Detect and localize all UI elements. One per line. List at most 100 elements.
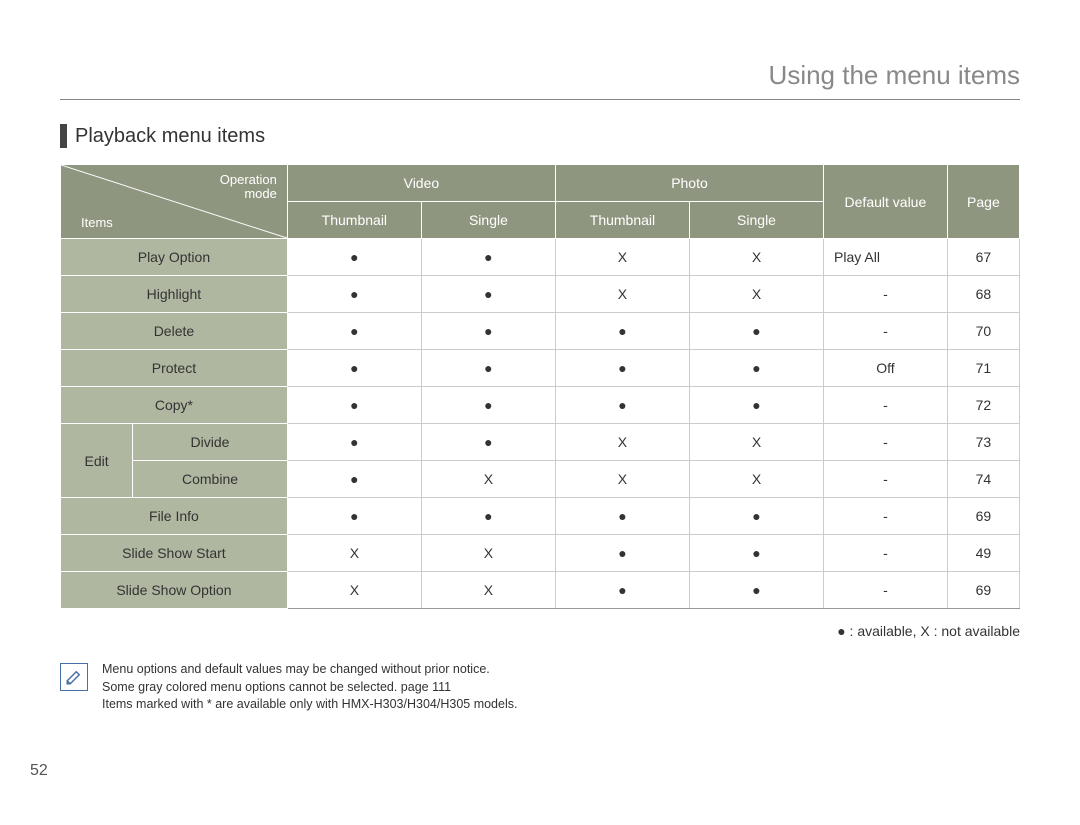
cell: ● <box>689 498 823 535</box>
cell: X <box>555 239 689 276</box>
cell: Off <box>824 350 948 387</box>
cell: - <box>824 535 948 572</box>
row-sub-label: Divide <box>133 424 288 461</box>
playback-menu-table: Operation mode Items Video Photo Default… <box>60 164 1020 609</box>
section-heading-bar <box>60 124 67 148</box>
cell: 74 <box>947 461 1019 498</box>
cell: 69 <box>947 572 1019 609</box>
cell: 67 <box>947 239 1019 276</box>
cell: ● <box>555 350 689 387</box>
diag-top-label: Operation mode <box>220 173 277 202</box>
col-video-thumb: Thumbnail <box>287 202 421 239</box>
cell: ● <box>287 387 421 424</box>
cell: ● <box>689 535 823 572</box>
row-label: Highlight <box>61 276 288 313</box>
col-default: Default value <box>824 165 948 239</box>
cell: ● <box>421 424 555 461</box>
page-number: 52 <box>30 762 48 780</box>
note-line: Some gray colored menu options cannot be… <box>102 679 517 697</box>
cell: X <box>555 424 689 461</box>
cell: ● <box>421 350 555 387</box>
cell: X <box>689 239 823 276</box>
cell: ● <box>287 350 421 387</box>
cell: ● <box>555 535 689 572</box>
cell: X <box>555 276 689 313</box>
table-row: Protect ● ● ● ● Off 71 <box>61 350 1020 387</box>
cell: X <box>689 461 823 498</box>
table-row: Copy* ● ● ● ● - 72 <box>61 387 1020 424</box>
row-group-label: Edit <box>61 424 133 498</box>
cell: ● <box>555 498 689 535</box>
row-label: Copy* <box>61 387 288 424</box>
cell: ● <box>689 350 823 387</box>
cell: - <box>824 424 948 461</box>
table-row: Delete ● ● ● ● - 70 <box>61 313 1020 350</box>
section-heading-text: Playback menu items <box>75 125 265 148</box>
cell: ● <box>421 498 555 535</box>
cell: 68 <box>947 276 1019 313</box>
cell: X <box>421 461 555 498</box>
row-label: Protect <box>61 350 288 387</box>
legend-text: ● : available, X : not available <box>60 623 1020 639</box>
cell: ● <box>287 276 421 313</box>
cell: ● <box>287 239 421 276</box>
col-photo-thumb: Thumbnail <box>555 202 689 239</box>
col-photo-single: Single <box>689 202 823 239</box>
col-video-single: Single <box>421 202 555 239</box>
cell: 70 <box>947 313 1019 350</box>
cell: 73 <box>947 424 1019 461</box>
table-row: Slide Show Option X X ● ● - 69 <box>61 572 1020 609</box>
cell: - <box>824 498 948 535</box>
cell: ● <box>689 313 823 350</box>
note-line: Menu options and default values may be c… <box>102 661 517 679</box>
row-label: Slide Show Option <box>61 572 288 609</box>
cell: ● <box>555 572 689 609</box>
cell: 72 <box>947 387 1019 424</box>
cell: ● <box>689 572 823 609</box>
table-row: Combine ● X X X - 74 <box>61 461 1020 498</box>
row-label: Play Option <box>61 239 288 276</box>
diag-bottom-label: Items <box>81 215 113 230</box>
cell: Play All <box>824 239 948 276</box>
cell: X <box>287 535 421 572</box>
note-icon <box>60 663 88 691</box>
cell: - <box>824 461 948 498</box>
cell: X <box>421 572 555 609</box>
cell: ● <box>421 313 555 350</box>
table-row: Play Option ● ● X X Play All 67 <box>61 239 1020 276</box>
cell: X <box>555 461 689 498</box>
row-label: Delete <box>61 313 288 350</box>
cell: X <box>287 572 421 609</box>
notes-block: Menu options and default values may be c… <box>102 661 517 714</box>
cell: 71 <box>947 350 1019 387</box>
cell: ● <box>287 313 421 350</box>
cell: - <box>824 572 948 609</box>
col-page: Page <box>947 165 1019 239</box>
table-row: File Info ● ● ● ● - 69 <box>61 498 1020 535</box>
cell: X <box>689 276 823 313</box>
table-corner-diag: Operation mode Items <box>61 165 288 239</box>
cell: ● <box>421 276 555 313</box>
table-row: Slide Show Start X X ● ● - 49 <box>61 535 1020 572</box>
note-line: Items marked with * are available only w… <box>102 696 517 714</box>
cell: ● <box>555 387 689 424</box>
cell: ● <box>555 313 689 350</box>
cell: ● <box>287 424 421 461</box>
row-sub-label: Combine <box>133 461 288 498</box>
cell: ● <box>421 239 555 276</box>
row-label: Slide Show Start <box>61 535 288 572</box>
row-label: File Info <box>61 498 288 535</box>
page-title: Using the menu items <box>60 60 1020 91</box>
cell: 69 <box>947 498 1019 535</box>
table-row: Highlight ● ● X X - 68 <box>61 276 1020 313</box>
col-photo: Photo <box>555 165 823 202</box>
cell: ● <box>287 461 421 498</box>
cell: ● <box>421 387 555 424</box>
cell: ● <box>287 498 421 535</box>
cell: X <box>689 424 823 461</box>
cell: ● <box>689 387 823 424</box>
table-row: Edit Divide ● ● X X - 73 <box>61 424 1020 461</box>
section-heading: Playback menu items <box>60 124 1020 148</box>
cell: 49 <box>947 535 1019 572</box>
cell: - <box>824 313 948 350</box>
